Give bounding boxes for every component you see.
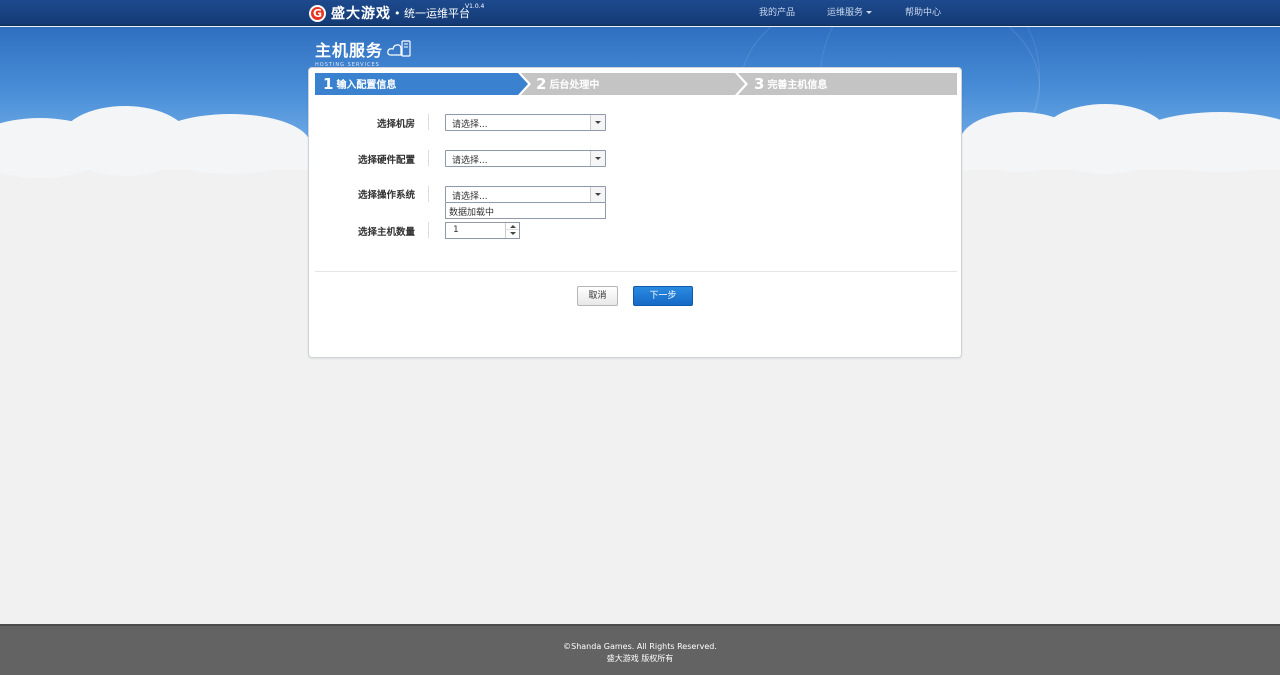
form-row-quantity: 选择主机数量 1 bbox=[309, 221, 963, 239]
divider bbox=[428, 222, 429, 238]
step-1: 1 输入配置信息 bbox=[315, 73, 396, 95]
next-step-button[interactable]: 下一步 bbox=[633, 286, 693, 306]
step-2-number: 2 bbox=[536, 75, 547, 93]
form-row-datacenter: 选择机房 请选择... bbox=[309, 113, 963, 131]
step-1-number: 1 bbox=[323, 75, 334, 93]
increment-icon[interactable] bbox=[506, 223, 519, 230]
shanda-logo-icon: G bbox=[309, 4, 326, 22]
nav-my-products[interactable]: 我的产品 bbox=[759, 0, 795, 26]
version-label: V1.0.4 bbox=[465, 3, 485, 10]
chevron-down-icon[interactable] bbox=[590, 151, 605, 166]
chevron-down-icon[interactable] bbox=[590, 187, 605, 202]
step-2-label: 后台处理中 bbox=[549, 80, 600, 91]
divider bbox=[428, 114, 429, 130]
step-1-label: 输入配置信息 bbox=[336, 80, 397, 91]
site-logo[interactable]: G 盛大游戏 • 统一运维平台 V1.0.4 bbox=[309, 3, 484, 22]
decrement-icon[interactable] bbox=[506, 230, 519, 237]
step-3: 3 完善主机信息 bbox=[746, 73, 827, 95]
divider bbox=[428, 150, 429, 166]
os-dropdown-list: 数据加载中 bbox=[445, 203, 606, 219]
quantity-value: 1 bbox=[453, 225, 459, 235]
divider bbox=[428, 186, 429, 202]
os-label: 选择操作系统 bbox=[357, 190, 415, 201]
page-title: 主机服务 bbox=[315, 41, 384, 60]
datacenter-label: 选择机房 bbox=[376, 119, 415, 130]
hardware-label: 选择硬件配置 bbox=[357, 155, 415, 166]
os-dropdown-loading-text: 数据加载中 bbox=[449, 208, 495, 218]
nav-help-center-label: 帮助中心 bbox=[905, 8, 942, 18]
form-divider bbox=[315, 271, 957, 272]
datacenter-select-value: 请选择... bbox=[452, 120, 488, 130]
hardware-select-value: 请选择... bbox=[452, 156, 488, 166]
nav-help-center[interactable]: 帮助中心 bbox=[905, 0, 941, 26]
nav-ops-services[interactable]: 运维服务 bbox=[827, 0, 873, 26]
nav-my-products-label: 我的产品 bbox=[759, 8, 796, 18]
form-row-hardware: 选择硬件配置 请选择... bbox=[309, 149, 963, 167]
cloud-server-icon bbox=[387, 40, 413, 58]
page-heading: 主机服务 HOSTING SERVICES bbox=[315, 37, 413, 68]
progress-steps: 1 输入配置信息 2 后台处理中 3 完善主机信息 bbox=[315, 73, 957, 95]
quantity-stepper[interactable]: 1 bbox=[445, 222, 520, 239]
os-select-value: 请选择... bbox=[452, 192, 488, 202]
host-request-card: 1 输入配置信息 2 后台处理中 3 完善主机信息 选择机房 请选择... 选择硬件配… bbox=[308, 67, 962, 358]
logo-platform-text: • 统一运维平台 bbox=[394, 7, 470, 20]
cancel-button[interactable]: 取消 bbox=[577, 286, 618, 306]
chevron-down-icon[interactable] bbox=[590, 115, 605, 130]
stepper-buttons bbox=[505, 223, 519, 238]
step-3-label: 完善主机信息 bbox=[767, 80, 828, 91]
quantity-label: 选择主机数量 bbox=[357, 227, 415, 238]
footer-copyright: ©Shanda Games. All Rights Reserved. bbox=[563, 642, 717, 651]
step-2: 2 后台处理中 bbox=[528, 73, 599, 95]
logo-brand-text: 盛大游戏 bbox=[331, 6, 391, 22]
datacenter-select[interactable]: 请选择... bbox=[445, 114, 606, 131]
page-footer: ©Shanda Games. All Rights Reserved. 盛大游戏… bbox=[0, 624, 1280, 675]
nav-ops-services-label: 运维服务 bbox=[827, 8, 864, 18]
chevron-down-icon bbox=[866, 11, 873, 14]
step-3-number: 3 bbox=[754, 75, 765, 93]
steps-background bbox=[315, 73, 957, 95]
top-navigation-bar: G 盛大游戏 • 统一运维平台 V1.0.4 我的产品 运维服务 帮助中心 bbox=[0, 0, 1280, 26]
form-row-os: 选择操作系统 请选择... 数据加载中 bbox=[309, 185, 963, 219]
hardware-select[interactable]: 请选择... bbox=[445, 150, 606, 167]
footer-rights: 盛大游戏 版权所有 bbox=[606, 654, 674, 663]
os-select[interactable]: 请选择... bbox=[445, 186, 606, 203]
